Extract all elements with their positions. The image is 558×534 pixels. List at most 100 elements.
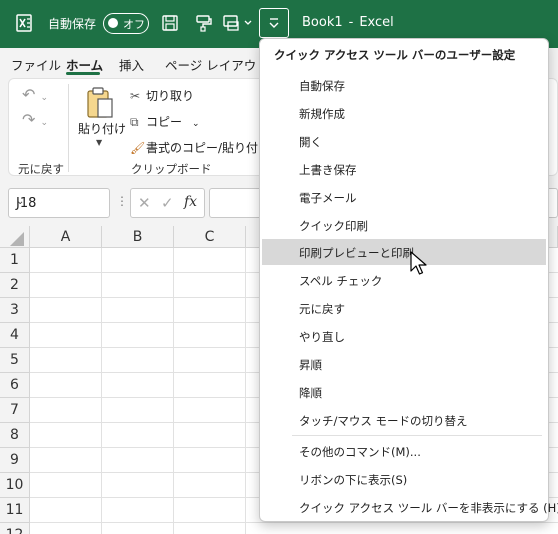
row-header[interactable]: 10 [0,473,30,498]
paste-icon[interactable] [85,86,115,120]
format-painter-icon[interactable] [194,13,214,33]
app-name: Excel [359,15,394,30]
grid-line [245,248,246,534]
undo-icon[interactable]: ↶ ⌄ [22,85,48,104]
format-painter-label: 書式のコピー/貼り付け [146,141,271,155]
menu-item-label: 降順 [299,386,322,400]
row-header[interactable]: 3 [0,298,30,323]
clipboard-group-label: クリップボード [131,162,212,176]
menu-item-label: 電子メール [299,191,357,205]
active-tab-indicator [66,72,100,75]
tab-insert[interactable]: 挿入 [119,55,144,74]
menu-item-label: 印刷プレビューと印刷 [299,246,414,260]
tab-file[interactable]: ファイル [11,55,61,74]
menu-item-spelling[interactable]: スペル チェック [262,267,546,293]
menu-separator [292,435,542,436]
menu-item-quick-print[interactable]: クイック印刷 [262,212,546,238]
menu-item-label: スペル チェック [299,274,383,288]
menu-item-label: やり直し [299,330,345,344]
menu-item-undo[interactable]: 元に戻す [262,295,546,321]
cancel-icon[interactable]: ✕ [138,194,151,212]
menu-item-label: 自動保存 [299,79,345,93]
column-header-a[interactable]: A [30,226,102,248]
scissors-icon: ✂ [130,89,141,103]
print-preview-icon[interactable] [222,13,254,33]
menu-item-label: 上書き保存 [299,163,357,177]
more-dots-icon: ⋮ [116,194,128,208]
cut-label: 切り取り [146,89,195,103]
formula-buttons: ✕ ✓ fx [130,188,205,218]
column-header-b[interactable]: B [102,226,174,248]
menu-item-open[interactable]: 開く [262,128,546,154]
row-header[interactable]: 8 [0,423,30,448]
mouse-pointer-icon [410,251,428,277]
menu-item-label: 元に戻す [299,302,345,316]
customize-qat-button[interactable] [259,8,289,38]
row-header[interactable]: 6 [0,373,30,398]
toggle-knob [108,18,118,28]
menu-item-show-below-ribbon[interactable]: リボンの下に表示(S) [262,466,546,492]
menu-title: クイック アクセス ツール バーのユーザー設定 [274,48,516,62]
menu-item-touch-mode[interactable]: タッチ/マウス モードの切り替え [262,407,546,433]
copy-label: コピー [146,115,183,129]
excel-logo-icon [14,13,34,33]
customize-qat-menu: クイック アクセス ツール バーのユーザー設定 自動保存 新規作成 開く 上書き… [259,38,558,522]
menu-item-label: 新規作成 [299,107,345,121]
menu-item-print-preview[interactable]: 印刷プレビューと印刷 [262,239,546,265]
menu-item-label: タッチ/マウス モードの切り替え [299,414,468,428]
row-header[interactable]: 7 [0,398,30,423]
select-all-button[interactable] [0,226,30,248]
menu-item-email[interactable]: 電子メール [262,184,546,210]
autosave-label: 自動保存 [48,17,97,31]
customize-qat-icon [269,18,279,28]
menu-item-sort-descending[interactable]: 降順 [262,379,546,405]
save-icon[interactable] [160,13,180,33]
brush-icon: 🖌 [130,141,146,155]
redo-icon[interactable]: ↷ ⌄ [22,110,48,129]
menu-item-label: クイック印刷 [299,219,368,233]
row-header[interactable]: 5 [0,348,30,373]
menu-item-more-commands[interactable]: その他のコマンド(M)... [262,438,546,464]
row-header[interactable]: 12 [0,523,30,534]
autosave-toggle[interactable]: オフ [103,13,149,34]
book-name: Book1 [302,15,343,30]
menu-item-autosave[interactable]: 自動保存 [262,72,546,98]
format-painter-button[interactable]: 🖌書式のコピー/貼り付け [130,139,270,156]
title-separator: - [348,15,354,30]
menu-item-new[interactable]: 新規作成 [262,100,546,126]
grid-line [101,248,102,534]
row-header[interactable]: 4 [0,323,30,348]
enter-icon[interactable]: ✓ [161,194,174,212]
paste-button[interactable]: 貼り付け [78,120,126,137]
name-box[interactable]: J18 ⌄ [8,188,110,218]
menu-item-label: その他のコマンド(M)... [299,445,421,459]
paste-dropdown-icon[interactable]: ▼ [96,138,102,147]
group-divider [68,84,69,172]
copy-dropdown-icon[interactable]: ⌄ [192,119,200,129]
select-all-triangle-icon [10,232,24,246]
menu-item-hide-qat[interactable]: クイック アクセス ツール バーを非表示にする (H) [262,494,558,520]
menu-item-label: クイック アクセス ツール バーを非表示にする (H) [299,501,558,515]
chevron-down-icon[interactable]: ⌄ [16,196,103,207]
window-title: Book1- Excel [302,15,394,30]
menu-item-label: リボンの下に表示(S) [299,473,408,487]
row-header[interactable]: 1 [0,248,30,273]
grid-line [30,522,558,523]
insert-function-button[interactable]: fx [184,194,197,210]
menu-item-redo[interactable]: やり直し [262,323,546,349]
tab-page-layout[interactable]: ページ レイアウト [165,55,269,74]
grid-line [173,248,174,534]
menu-item-label: 開く [299,135,322,149]
row-header[interactable]: 11 [0,498,30,523]
row-header[interactable]: 9 [0,448,30,473]
menu-item-save[interactable]: 上書き保存 [262,156,546,182]
menu-item-label: 昇順 [299,358,322,372]
autosave-state: オフ [123,18,145,31]
undo-group-label: 元に戻す [18,162,64,176]
column-header-c[interactable]: C [174,226,246,248]
row-header[interactable]: 2 [0,273,30,298]
menu-item-sort-ascending[interactable]: 昇順 [262,351,546,377]
copy-button[interactable]: ⧉ コピー ⌄ [130,113,200,130]
copy-icon: ⧉ [130,115,139,129]
cut-button[interactable]: ✂ 切り取り [130,87,194,104]
